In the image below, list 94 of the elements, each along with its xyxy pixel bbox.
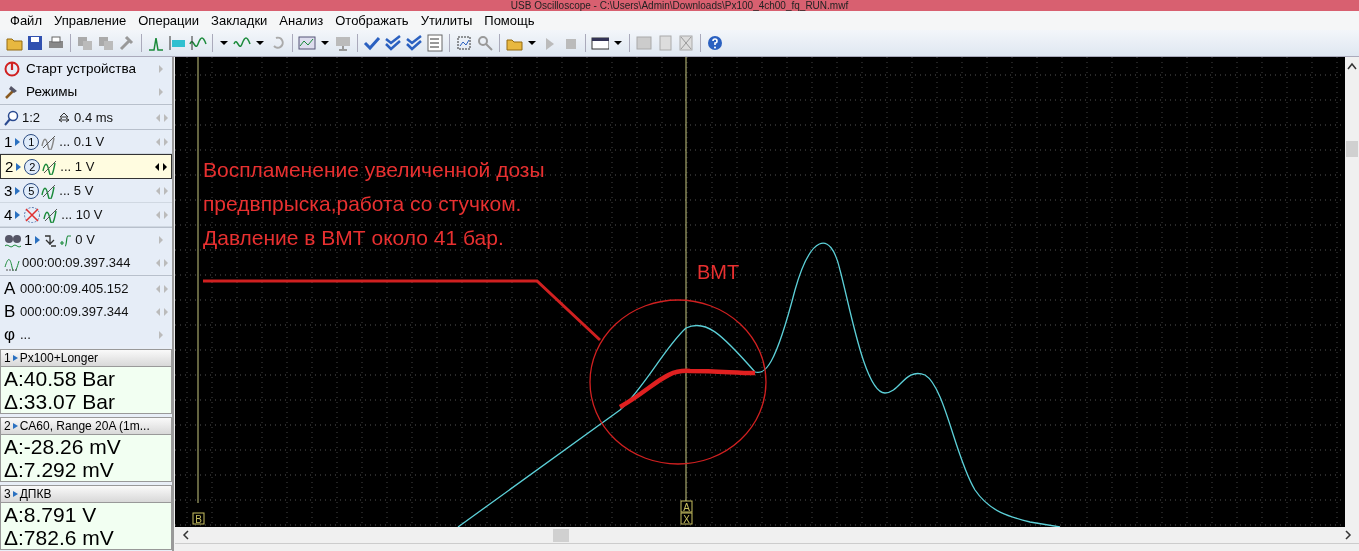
scroll-right-icon[interactable]: [1343, 529, 1353, 541]
page-icon[interactable]: [656, 34, 674, 52]
annotation-text: Давление в ВМТ около 41 бар.: [203, 226, 504, 249]
scroll-left-icon[interactable]: [181, 529, 191, 541]
channel-scale: ... 10 V: [61, 207, 104, 222]
menu-item[interactable]: Утилиты: [414, 13, 479, 28]
chart-icon[interactable]: [635, 34, 653, 52]
horizontal-scrollbar[interactable]: [175, 527, 1359, 544]
trigger-time: 000:00:09.397.344: [22, 255, 132, 270]
scroll-thumb[interactable]: [553, 528, 569, 542]
annotation-text: Воспламенение увеличенной дозы: [203, 158, 545, 181]
cursor-marker: B: [192, 512, 205, 525]
channel-number: 2: [5, 158, 14, 175]
trigger-channel: 1: [24, 231, 33, 248]
channel-number: 4: [4, 206, 13, 223]
cursor-label: B: [4, 301, 17, 322]
channel-number: 3: [4, 487, 11, 501]
trigger-threshold: 0 V: [75, 232, 96, 247]
measurement-value: Δ:782.6 mV: [3, 526, 115, 549]
wave-icon: [41, 133, 58, 150]
wave-icon: [41, 182, 58, 199]
cursor-label: φ: [4, 324, 17, 345]
arrow-icon: [15, 161, 23, 172]
menu-item[interactable]: Отображать: [329, 13, 415, 28]
measurement-value: A:-28.26 mV: [3, 435, 122, 458]
menu-item[interactable]: Операции: [132, 13, 206, 28]
power-icon: [4, 60, 20, 77]
cursor-time: 000:00:09.405.152: [20, 281, 130, 296]
arrow-icon: [12, 490, 18, 498]
cursor-marker: X: [680, 512, 693, 525]
scroll-up-icon[interactable]: [1346, 61, 1358, 71]
arrow-icon: [14, 209, 22, 220]
cursor-label: A: [4, 278, 17, 299]
scroll-thumb[interactable]: [1346, 141, 1358, 157]
save-icon[interactable]: [26, 34, 44, 52]
arrow-icon: [12, 422, 18, 430]
channel-number: 1: [4, 133, 13, 150]
wave-icon[interactable]: [189, 34, 207, 52]
channel-badge: 5: [23, 182, 40, 199]
oscilloscope-plot[interactable]: Воспламенение увеличенной дозы предвпрыска,работа со стучком. Давление в ВМТ около 41 бар. ВМТ B A X: [175, 57, 1345, 527]
help-icon[interactable]: [706, 34, 724, 52]
arrow-icon: [34, 234, 42, 245]
channel-icon[interactable]: [168, 34, 186, 52]
cursor-time: ...: [20, 327, 32, 342]
selection-icon[interactable]: [455, 34, 473, 52]
measurement-value: A:8.791 V: [3, 503, 98, 526]
panel-icon[interactable]: [591, 34, 609, 52]
double-check-icon[interactable]: [384, 34, 402, 52]
zoom-ratio: 1:2: [22, 110, 41, 125]
channel-scale: ... 5 V: [59, 183, 95, 198]
channel-number: 1: [4, 351, 11, 365]
scope-icon[interactable]: [298, 34, 316, 52]
menu-item[interactable]: Анализ: [273, 13, 330, 28]
falling-edge-icon: [43, 232, 58, 247]
checklist-icon[interactable]: [426, 34, 444, 52]
check-icon[interactable]: [363, 34, 381, 52]
menu-item[interactable]: Помощь: [478, 13, 541, 28]
cursor-time: 000:00:09.397.344: [20, 304, 130, 319]
arrow-icon: [14, 185, 22, 196]
hammer-icon[interactable]: [118, 34, 136, 52]
channel-name: CA60, Range 20A (1m...: [19, 419, 150, 433]
menu-item[interactable]: Управление: [47, 13, 133, 28]
copy-icon[interactable]: [97, 34, 115, 52]
measurement-value: Δ:7.292 mV: [3, 458, 115, 481]
measurement-value: A:40.58 Bar: [3, 367, 116, 390]
menu-label: Старт устройства: [26, 61, 137, 76]
wave-icon: [42, 158, 59, 175]
menu-label: Режимы: [26, 84, 79, 99]
annotation-text: предвпрыска,работа со стучком.: [203, 192, 522, 215]
channel-badge: 1: [23, 133, 40, 150]
zoom-icon[interactable]: [476, 34, 494, 52]
wave-icon: [43, 206, 60, 223]
channel-badge: 2: [24, 158, 41, 175]
menu-item[interactable]: Закладки: [205, 13, 274, 28]
arrow-icon: [14, 136, 22, 147]
channel-scale: ... 0.1 V: [59, 134, 106, 149]
trigger-level-icon: [59, 232, 74, 247]
channel-number: 3: [4, 182, 13, 199]
channel-number: 2: [4, 419, 11, 433]
channel-row[interactable]: 2 2 ... 1 V: [0, 154, 172, 179]
timebase-value: 0.4 ms: [74, 110, 115, 125]
search-icon[interactable]: [4, 109, 20, 126]
marker-label: ВМТ: [697, 261, 740, 283]
channel-name: ДПКВ: [19, 487, 52, 501]
double-check-icon[interactable]: [405, 34, 423, 52]
window-title: USB Oscilloscope - C:\Users\Admin\Downloads\Px100_4ch00_fq_RUN.mwf: [510, 0, 849, 11]
arrow-icon: [12, 354, 18, 362]
channel-name: Px100+Longer: [19, 351, 99, 365]
cursor-marker: A: [680, 500, 693, 513]
close-icon[interactable]: [677, 34, 695, 52]
channel-scale: ... 1 V: [60, 159, 96, 174]
menu-item[interactable]: Файл: [4, 13, 48, 28]
copy-icon[interactable]: [76, 34, 94, 52]
measurement-value: Δ:33.07 Bar: [3, 390, 116, 413]
